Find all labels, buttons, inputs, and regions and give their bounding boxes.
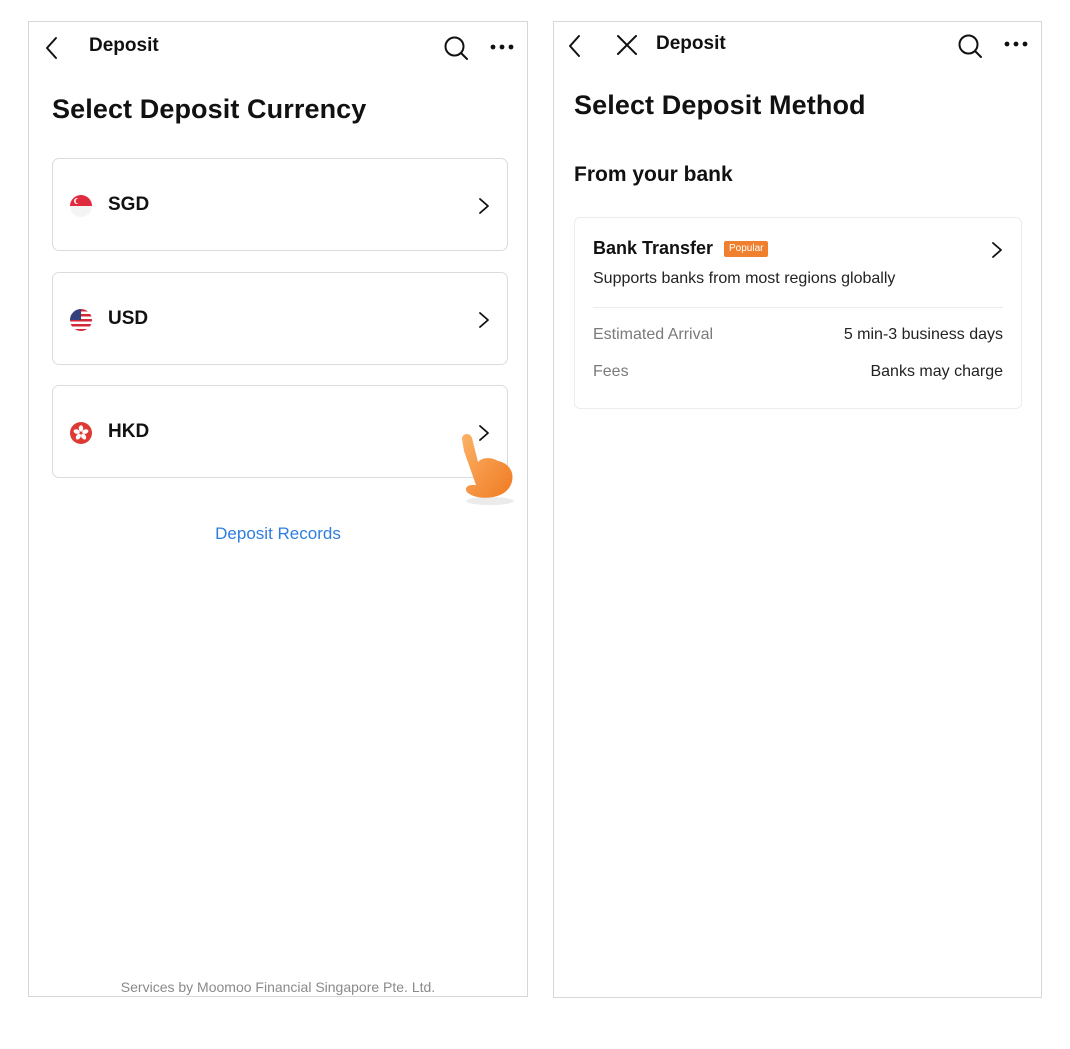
- nav-title: Deposit: [89, 35, 159, 56]
- us-flag-icon: [70, 309, 92, 331]
- search-icon[interactable]: [957, 33, 983, 59]
- currency-code: SGD: [108, 194, 150, 215]
- currency-code: HKD: [108, 421, 150, 442]
- fees-row: Fees Banks may charge: [593, 363, 1003, 385]
- deposit-records-link[interactable]: Deposit Records: [29, 524, 527, 544]
- hong-kong-flag-icon: [70, 422, 92, 444]
- bank-transfer-option[interactable]: Bank Transfer Popular Supports banks fro…: [574, 217, 1022, 409]
- page-title: Select Deposit Method: [574, 90, 866, 120]
- back-arrow-icon[interactable]: [44, 36, 60, 60]
- close-icon[interactable]: [616, 34, 638, 56]
- currency-code: USD: [108, 308, 149, 329]
- deposit-method-screen: Deposit Select Deposit Method From your …: [553, 21, 1042, 998]
- popular-badge: Popular: [724, 241, 769, 257]
- row-label: Estimated Arrival: [593, 326, 714, 343]
- page-title: Select Deposit Currency: [52, 94, 367, 124]
- back-arrow-icon[interactable]: [567, 34, 583, 58]
- currency-option-hkd[interactable]: HKD: [52, 385, 508, 478]
- method-title: Bank Transfer: [593, 238, 714, 258]
- deposit-currency-screen: Deposit Select Deposit Currency SGD USD …: [28, 21, 528, 997]
- method-description: Supports banks from most regions globall…: [593, 270, 896, 287]
- section-title: From your bank: [574, 163, 733, 186]
- row-value: Banks may charge: [870, 363, 1003, 380]
- estimated-arrival-row: Estimated Arrival 5 min-3 business days: [593, 326, 1003, 348]
- row-label: Fees: [593, 363, 629, 380]
- more-icon[interactable]: [1004, 40, 1028, 48]
- divider: [593, 307, 1003, 308]
- currency-option-sgd[interactable]: SGD: [52, 158, 508, 251]
- nav-bar: Deposit: [554, 22, 1041, 72]
- row-value: 5 min-3 business days: [843, 326, 1003, 343]
- chevron-right-icon: [479, 312, 489, 328]
- footer-text: Services by Moomoo Financial Singapore P…: [120, 979, 436, 995]
- nav-title: Deposit: [656, 33, 726, 54]
- nav-bar: Deposit: [29, 22, 527, 72]
- currency-option-usd[interactable]: USD: [52, 272, 508, 365]
- search-icon[interactable]: [443, 35, 469, 61]
- singapore-flag-icon: [70, 195, 92, 217]
- chevron-right-icon: [479, 198, 489, 214]
- more-icon[interactable]: [490, 43, 514, 51]
- pointer-hand-icon: [462, 433, 514, 505]
- chevron-right-icon: [992, 242, 1002, 258]
